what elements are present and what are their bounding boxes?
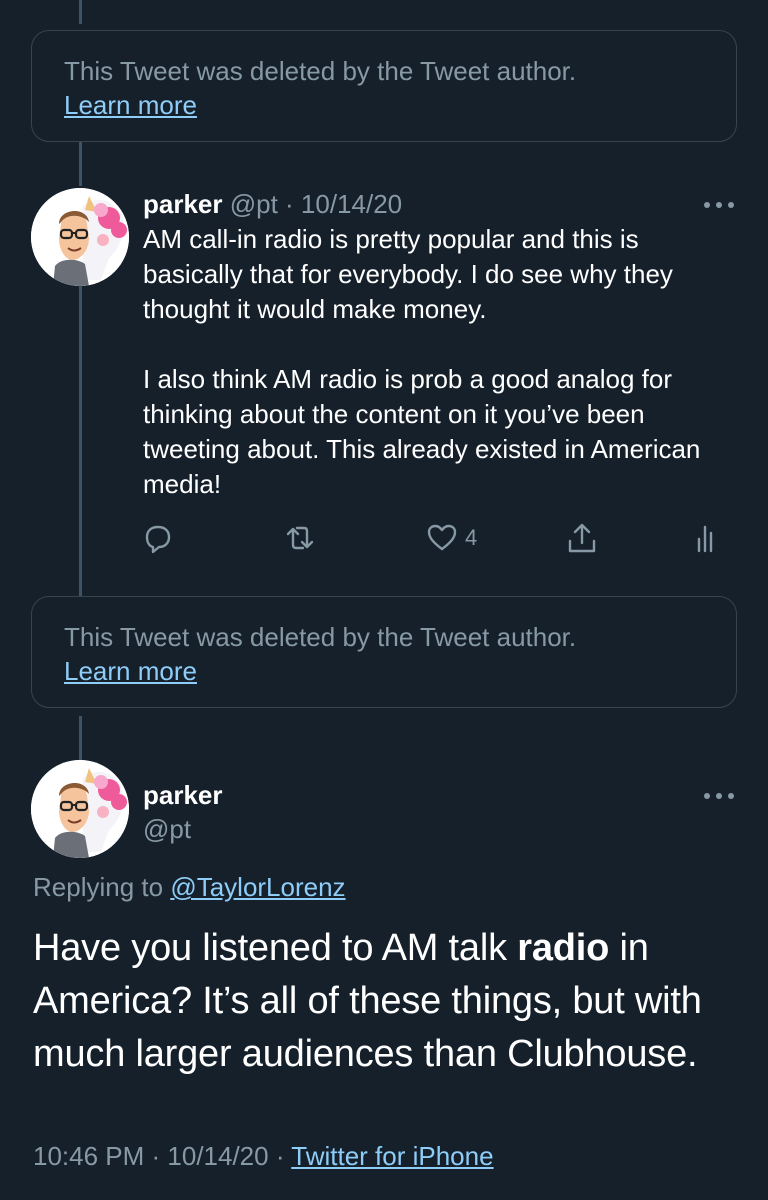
- author-name[interactable]: parker: [143, 189, 223, 219]
- thread-line-upper: [79, 142, 82, 186]
- author-handle[interactable]: @pt: [143, 812, 191, 846]
- replying-to-link[interactable]: @TaylorLorenz: [170, 872, 345, 902]
- more-options-icon[interactable]: [704, 199, 738, 211]
- share-button[interactable]: [565, 520, 599, 556]
- thread-line-lower: [79, 716, 82, 760]
- replying-to: Replying to @TaylorLorenz: [33, 870, 346, 904]
- timestamp: 10:46 PM · 10/14/20 ·: [33, 1141, 292, 1171]
- learn-more-link[interactable]: Learn more: [64, 89, 197, 121]
- tweet-paragraph: AM call-in radio is pretty popular and t…: [143, 224, 673, 324]
- bitmoji-avatar-icon: [31, 188, 129, 286]
- source-link[interactable]: Twitter for iPhone: [291, 1141, 493, 1171]
- learn-more-link[interactable]: Learn more: [64, 655, 197, 687]
- thread-line-middle: [79, 286, 82, 596]
- analytics-button[interactable]: [690, 520, 724, 556]
- avatar[interactable]: [31, 760, 129, 858]
- like-button[interactable]: 4: [425, 520, 477, 556]
- deleted-notice-text: This Tweet was deleted by the Tweet auth…: [64, 622, 577, 652]
- tweet-text-part: Have you listened to AM talk: [33, 927, 518, 969]
- avatar[interactable]: [31, 188, 129, 286]
- retweet-icon: [286, 526, 314, 550]
- like-count: 4: [465, 525, 478, 550]
- share-icon: [568, 523, 596, 553]
- heart-icon: [427, 524, 457, 551]
- tweet-paragraph: I also think AM radio is prob a good ana…: [143, 364, 701, 499]
- reply-icon: [145, 525, 171, 554]
- deleted-notice-text: This Tweet was deleted by the Tweet auth…: [64, 56, 577, 86]
- analytics-icon: [697, 525, 713, 553]
- more-options-icon[interactable]: [704, 790, 738, 802]
- tweet-text: Have you listened to AM talk radio in Am…: [33, 922, 748, 1081]
- thread-line-top: [79, 0, 82, 24]
- replying-prefix: Replying to: [33, 872, 171, 902]
- tweet-meta: 10:46 PM · 10/14/20 · Twitter for iPhone: [33, 1138, 494, 1174]
- bitmoji-avatar-icon: [31, 760, 129, 858]
- tweet-header: parker @pt · 10/14/20: [143, 186, 402, 222]
- tweet-text: AM call-in radio is pretty popular and t…: [143, 222, 743, 502]
- reply-button[interactable]: [141, 520, 175, 556]
- author-name[interactable]: parker: [143, 778, 223, 812]
- author-handle-date: @pt · 10/14/20: [229, 189, 403, 219]
- retweet-button[interactable]: [283, 520, 317, 556]
- deleted-tweet-notice: This Tweet was deleted by the Tweet auth…: [31, 30, 737, 142]
- deleted-tweet-notice: This Tweet was deleted by the Tweet auth…: [31, 596, 737, 708]
- tweet-text-highlight: radio: [517, 927, 610, 969]
